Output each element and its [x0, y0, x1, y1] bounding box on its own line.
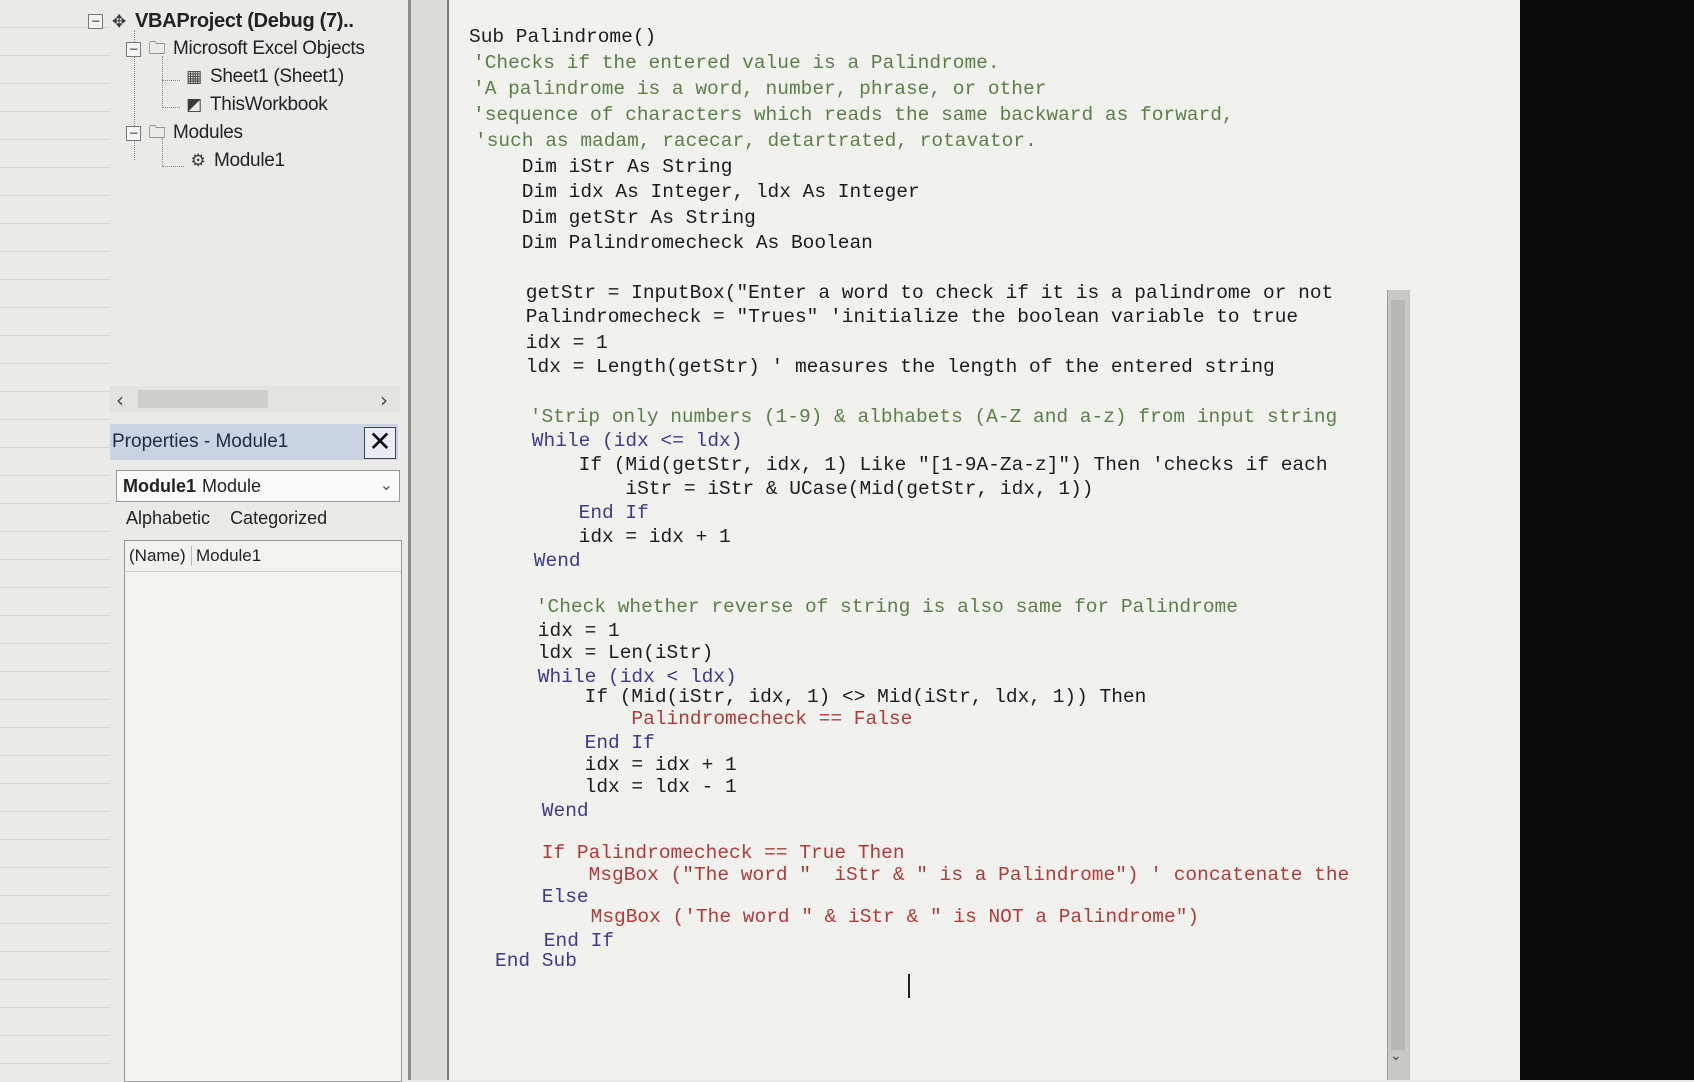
tree-item-sheet1[interactable]: ▦ Sheet1 (Sheet1): [184, 66, 344, 88]
code-line[interactable]: If Palindromecheck == True Then: [495, 842, 905, 864]
code-line[interactable]: Dim idx As Integer, ldx As Integer: [475, 181, 920, 203]
code-line[interactable]: iStr = iStr & UCase(Mid(getStr, idx, 1)): [485, 478, 1093, 500]
tree-item-modules[interactable]: − 🗀 Modules: [126, 122, 243, 144]
tree-item-thisworkbook[interactable]: ◩ ThisWorkbook: [184, 94, 328, 116]
code-line[interactable]: idx = idx + 1: [485, 526, 731, 548]
tree-item-module1[interactable]: ⚙ Module1: [188, 150, 286, 172]
folder-icon: 🗀: [148, 123, 166, 143]
code-line[interactable]: Palindromecheck == False: [491, 708, 912, 730]
tree-root-label: VBAProject (Debug (7)..: [135, 10, 354, 32]
code-line[interactable]: Sub Palindrome(): [469, 26, 656, 48]
code-line[interactable]: 'Checks if the entered value is a Palind…: [473, 52, 1000, 74]
tree-item-excel-objects[interactable]: − 🗀 Microsoft Excel Objects: [126, 38, 365, 60]
text-cursor-icon: [908, 974, 922, 998]
code-line[interactable]: End Sub: [495, 950, 577, 972]
object-type: Module: [202, 475, 262, 496]
code-line[interactable]: 'A palindrome is a word, number, phrase,…: [473, 78, 1046, 100]
code-line[interactable]: End If: [497, 930, 614, 952]
chevron-down-icon[interactable]: ⌄: [380, 475, 393, 494]
property-value[interactable]: Module1: [192, 546, 261, 566]
code-line[interactable]: Wend: [487, 550, 581, 572]
scrollbar-thumb[interactable]: [1391, 300, 1405, 1050]
tree-guide: [162, 56, 163, 108]
project-tree: − ✥ VBAProject (Debug (7).. − 🗀 Microsof…: [88, 0, 408, 380]
close-icon[interactable]: ✕: [364, 427, 396, 459]
object-selector-dropdown[interactable]: Module1 Module ⌄: [116, 470, 400, 502]
code-line[interactable]: If (Mid(iStr, idx, 1) <> Mid(iStr, ldx, …: [491, 686, 1147, 708]
properties-tabs: Alphabetic Categorized: [126, 508, 327, 529]
code-line[interactable]: ldx = Len(iStr): [491, 642, 714, 664]
code-line[interactable]: 'Check whether reverse of string is also…: [489, 596, 1238, 618]
code-line[interactable]: Wend: [495, 800, 589, 822]
code-line[interactable]: Dim getStr As String: [475, 207, 756, 229]
tree-item-label: Modules: [173, 122, 243, 143]
collapse-icon[interactable]: −: [126, 125, 141, 141]
code-line[interactable]: MsgBox ('The word " & iStr & " is NOT a …: [497, 906, 1200, 928]
code-line[interactable]: If (Mid(getStr, idx, 1) Like "[1-9A-Za-z…: [485, 454, 1328, 476]
code-line[interactable]: Else: [495, 886, 589, 908]
code-line[interactable]: idx = 1: [479, 332, 608, 354]
tree-item-label: ThisWorkbook: [210, 94, 328, 115]
code-line[interactable]: While (idx < ldx): [491, 666, 737, 688]
tab-alphabetic[interactable]: Alphabetic: [126, 508, 210, 529]
tree-guide: [162, 166, 184, 167]
scroll-right-icon[interactable]: ›: [380, 388, 388, 412]
tree-item-label: Microsoft Excel Objects: [173, 38, 365, 59]
code-line[interactable]: End If: [491, 732, 655, 754]
collapse-icon[interactable]: −: [126, 41, 141, 57]
tab-categorized[interactable]: Categorized: [230, 508, 327, 529]
code-line[interactable]: idx = 1: [491, 620, 620, 642]
scroll-down-icon[interactable]: ⌄: [1390, 1048, 1402, 1064]
vba-project-icon: ✥: [112, 11, 126, 32]
code-line[interactable]: idx = idx + 1: [491, 754, 737, 776]
code-line[interactable]: While (idx <= ldx): [485, 430, 743, 452]
module-icon: ⚙: [190, 151, 206, 171]
properties-grid: (Name) Module1: [124, 540, 402, 1082]
property-key: (Name): [125, 546, 192, 566]
code-line[interactable]: 'Strip only numbers (1-9) & albhabets (A…: [483, 406, 1337, 428]
code-line[interactable]: End If: [485, 502, 649, 524]
code-line[interactable]: MsgBox ("The word " iStr & " is a Palind…: [495, 864, 1350, 886]
collapse-icon[interactable]: −: [88, 14, 103, 29]
code-editor[interactable]: Sub Palindrome() 'Checks if the entered v…: [449, 0, 1537, 1080]
tree-guide: [162, 107, 180, 108]
tree-guide: [162, 80, 180, 81]
code-line[interactable]: 'such as madam, racecar, detartrated, ro…: [475, 130, 1037, 152]
code-line[interactable]: ldx = Length(getStr) ' measures the leng…: [479, 356, 1275, 378]
object-name: Module1: [123, 475, 197, 496]
code-line[interactable]: Palindromecheck = "Trues" 'initialize th…: [479, 306, 1298, 328]
monitor-bezel: [1520, 0, 1694, 1080]
sheet-icon: ▦: [186, 67, 202, 87]
code-line[interactable]: Dim iStr As String: [475, 156, 733, 178]
project-explorer-pane: − ✥ VBAProject (Debug (7).. − 🗀 Microsof…: [88, 0, 411, 1082]
code-line[interactable]: ldx = ldx - 1: [491, 776, 737, 798]
tree-item-label: Sheet1 (Sheet1): [210, 66, 344, 87]
code-line[interactable]: 'sequence of characters which reads the …: [473, 104, 1234, 126]
properties-header: Properties - Module1 ✕: [110, 424, 398, 460]
scrollbar-thumb[interactable]: [138, 390, 268, 408]
properties-title: Properties - Module1: [112, 431, 289, 452]
property-row-name[interactable]: (Name) Module1: [125, 541, 401, 572]
worksheet-background: [0, 0, 110, 1080]
code-line[interactable]: Dim Palindromecheck As Boolean: [475, 232, 873, 254]
scroll-left-icon[interactable]: ‹: [116, 388, 124, 412]
code-line[interactable]: getStr = InputBox("Enter a word to check…: [479, 282, 1333, 304]
pane-divider[interactable]: [411, 0, 449, 1080]
tree-root-vbaproject[interactable]: − ✥ VBAProject (Debug (7)..: [88, 10, 354, 33]
tree-item-label: Module1: [214, 150, 285, 171]
folder-icon: 🗀: [148, 39, 166, 59]
workbook-icon: ◩: [186, 95, 202, 115]
